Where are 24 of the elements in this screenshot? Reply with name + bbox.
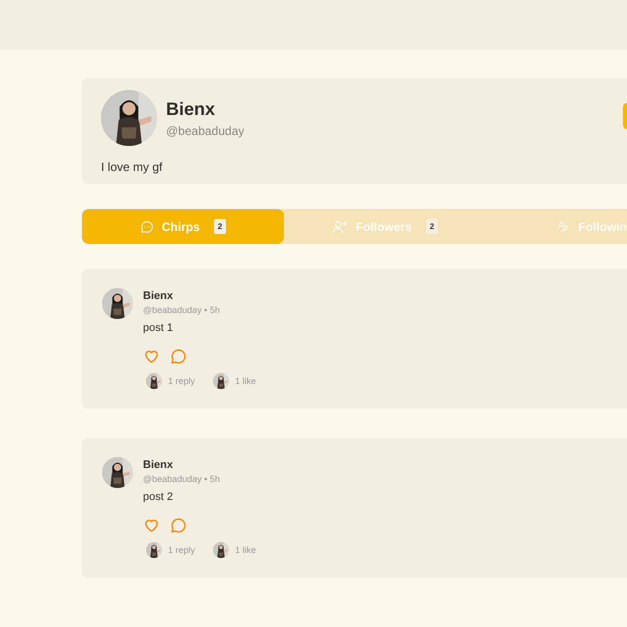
- author-name: Bienx: [143, 459, 174, 471]
- heart-icon[interactable]: [143, 517, 160, 534]
- post-text: post 1: [143, 322, 174, 334]
- user-plus-icon: [332, 218, 348, 234]
- comment-icon[interactable]: [170, 517, 187, 534]
- tab[interactable]: Followers 2: [284, 209, 486, 244]
- like-count: 1 like: [235, 545, 256, 555]
- chat-bubble-icon: [140, 220, 154, 234]
- tab[interactable]: Chirps 2: [82, 209, 284, 244]
- action-button[interactable]: [623, 103, 627, 129]
- profile-name: Bienx: [166, 98, 216, 120]
- post-text: post 2: [143, 491, 174, 503]
- reply-count: 1 reply: [168, 376, 196, 386]
- like-count: 1 like: [235, 376, 256, 386]
- heart-icon[interactable]: [143, 348, 160, 365]
- post-meta: @beabaduday • 5h: [143, 474, 221, 484]
- author-name: Bienx: [143, 290, 174, 302]
- post-meta: @beabaduday • 5h: [143, 305, 221, 315]
- profile-handle: @beabaduday: [166, 124, 244, 138]
- tab-count: 2: [426, 219, 438, 234]
- tab-count: 2: [214, 219, 226, 234]
- comment-icon[interactable]: [170, 348, 187, 365]
- reply-count: 1 reply: [168, 545, 196, 555]
- profile-bio: I love my gf: [101, 160, 164, 174]
